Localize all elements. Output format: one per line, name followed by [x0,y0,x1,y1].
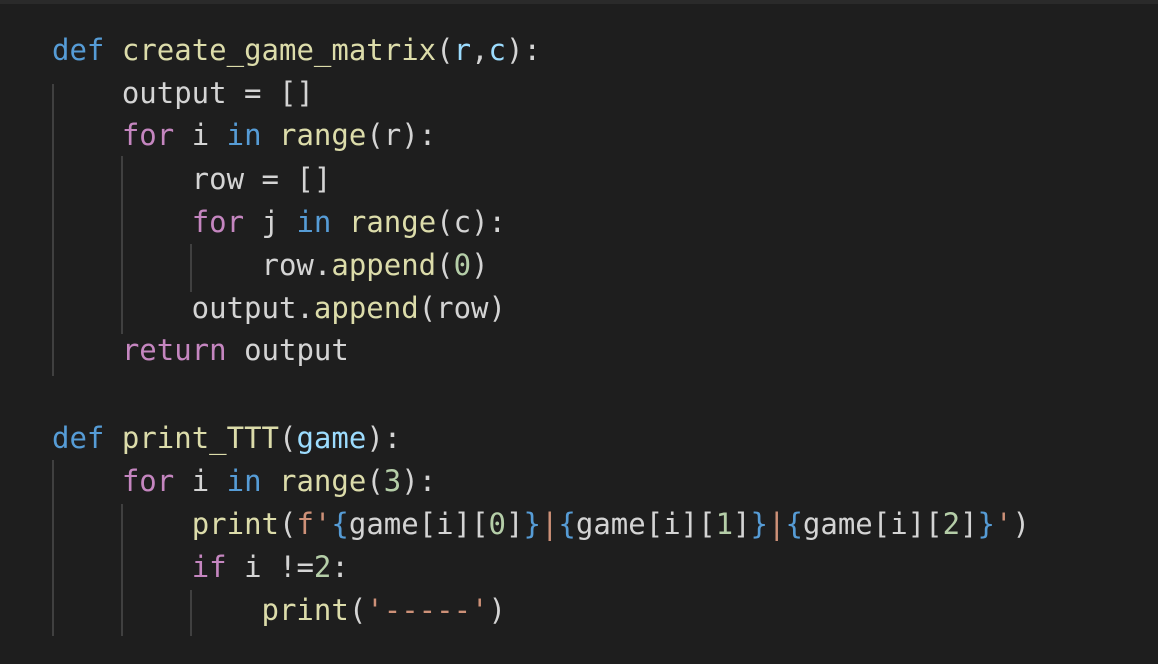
code-token-func: print [261,593,349,627]
code-token-plain: ( [348,593,367,627]
code-token-keyword: def [52,33,105,67]
code-token-control: return [121,333,227,367]
code-token-brace: } [523,507,541,541]
code-line[interactable]: for i in range(r): [52,114,436,157]
code-token-number: 0 [453,248,472,282]
code-line[interactable]: print('-----') [52,589,506,632]
code-token-plain: ] [960,507,978,541]
code-token-param: r [453,33,472,67]
code-token-plain: ] [733,507,751,541]
code-token-param: c [488,33,507,67]
code-token-param: game [296,421,367,455]
code-token-plain: game[i][ [348,507,489,541]
code-token-plain: ( [366,464,384,498]
code-token-plain: row = [] [52,162,332,196]
code-token-control: for [191,205,245,239]
code-line[interactable]: row = [] [52,158,332,201]
code-token-func: create_game_matrix [121,33,437,67]
code-token-keyword: in [226,464,262,498]
code-token-plain: ] [506,507,524,541]
code-token-plain: (row) [418,291,506,325]
code-token-func: append [313,291,419,325]
code-token-number: 2 [313,550,332,584]
code-token-plain: ): [366,421,402,455]
code-token-keyword: in [226,118,262,152]
code-token-plain: (c): [436,205,507,239]
code-line[interactable]: return output [52,329,349,372]
code-token-string: | [540,507,559,541]
code-token-plain: : [331,550,349,584]
code-token-string: ' [995,507,1013,541]
code-token-plain: i [174,118,227,152]
code-token-plain: i [174,464,227,498]
code-token-plain: game[i][ [575,507,716,541]
code-token-string: | [767,507,786,541]
code-token-plain: ): [401,464,437,498]
code-line[interactable]: def create_game_matrix(r,c): [52,29,541,72]
code-token-number: 3 [383,464,402,498]
code-line[interactable]: print(f'{game[i][0]}|{game[i][1]}|{game[… [52,503,1030,546]
code-token-number: 1 [715,507,734,541]
code-token-plain: ) [1012,507,1030,541]
code-line[interactable]: for j in range(c): [52,201,506,244]
code-token-plain: ( [436,248,454,282]
code-token-plain: row. [52,248,332,282]
code-line[interactable]: for i in range(3): [52,460,436,503]
code-token-func: print_TTT [121,421,279,455]
code-editor[interactable]: def create_game_matrix(r,c): output = []… [0,0,1158,664]
code-token-brace: { [785,507,803,541]
code-token-plain: j [244,205,297,239]
code-token-func: range [348,205,437,239]
code-token-brace: } [750,507,768,541]
code-token-plain: ) [488,593,506,627]
code-token-plain: ( [279,421,297,455]
code-token-string: '-----' [366,593,489,627]
code-token-plain: ): [506,33,541,67]
code-token-func: range [279,464,367,498]
code-token-control: if [191,550,227,584]
code-line[interactable]: if i !=2: [52,546,349,589]
code-token-func: append [331,248,437,282]
code-token-brace: { [558,507,576,541]
code-token-func: range [279,118,367,152]
code-token-brace: } [977,507,996,541]
code-token-plain: output = [] [52,76,314,110]
code-token-plain: (r): [366,118,437,152]
code-token-plain: output. [52,291,314,325]
code-line[interactable]: output.append(row) [52,287,506,330]
code-token-number: 0 [488,507,507,541]
code-token-control: for [121,464,175,498]
code-token-string: f' [296,507,332,541]
code-line[interactable]: def print_TTT(game): [52,417,401,460]
code-token-plain: ( [436,33,454,67]
code-token-plain: ) [471,248,489,282]
code-token-keyword: in [296,205,332,239]
code-token-control: for [121,118,175,152]
code-token-plain: i != [226,550,314,584]
code-token-plain: ( [279,507,297,541]
code-token-keyword: def [52,421,105,455]
code-token-number: 2 [942,507,961,541]
code-token-plain: game[i][ [802,507,943,541]
code-token-plain: , [471,33,489,67]
code-token-brace: { [331,507,349,541]
code-token-func: print [191,507,279,541]
code-token-plain: output [226,333,349,367]
code-line[interactable]: output = [] [52,72,314,115]
code-line[interactable]: row.append(0) [52,244,489,287]
